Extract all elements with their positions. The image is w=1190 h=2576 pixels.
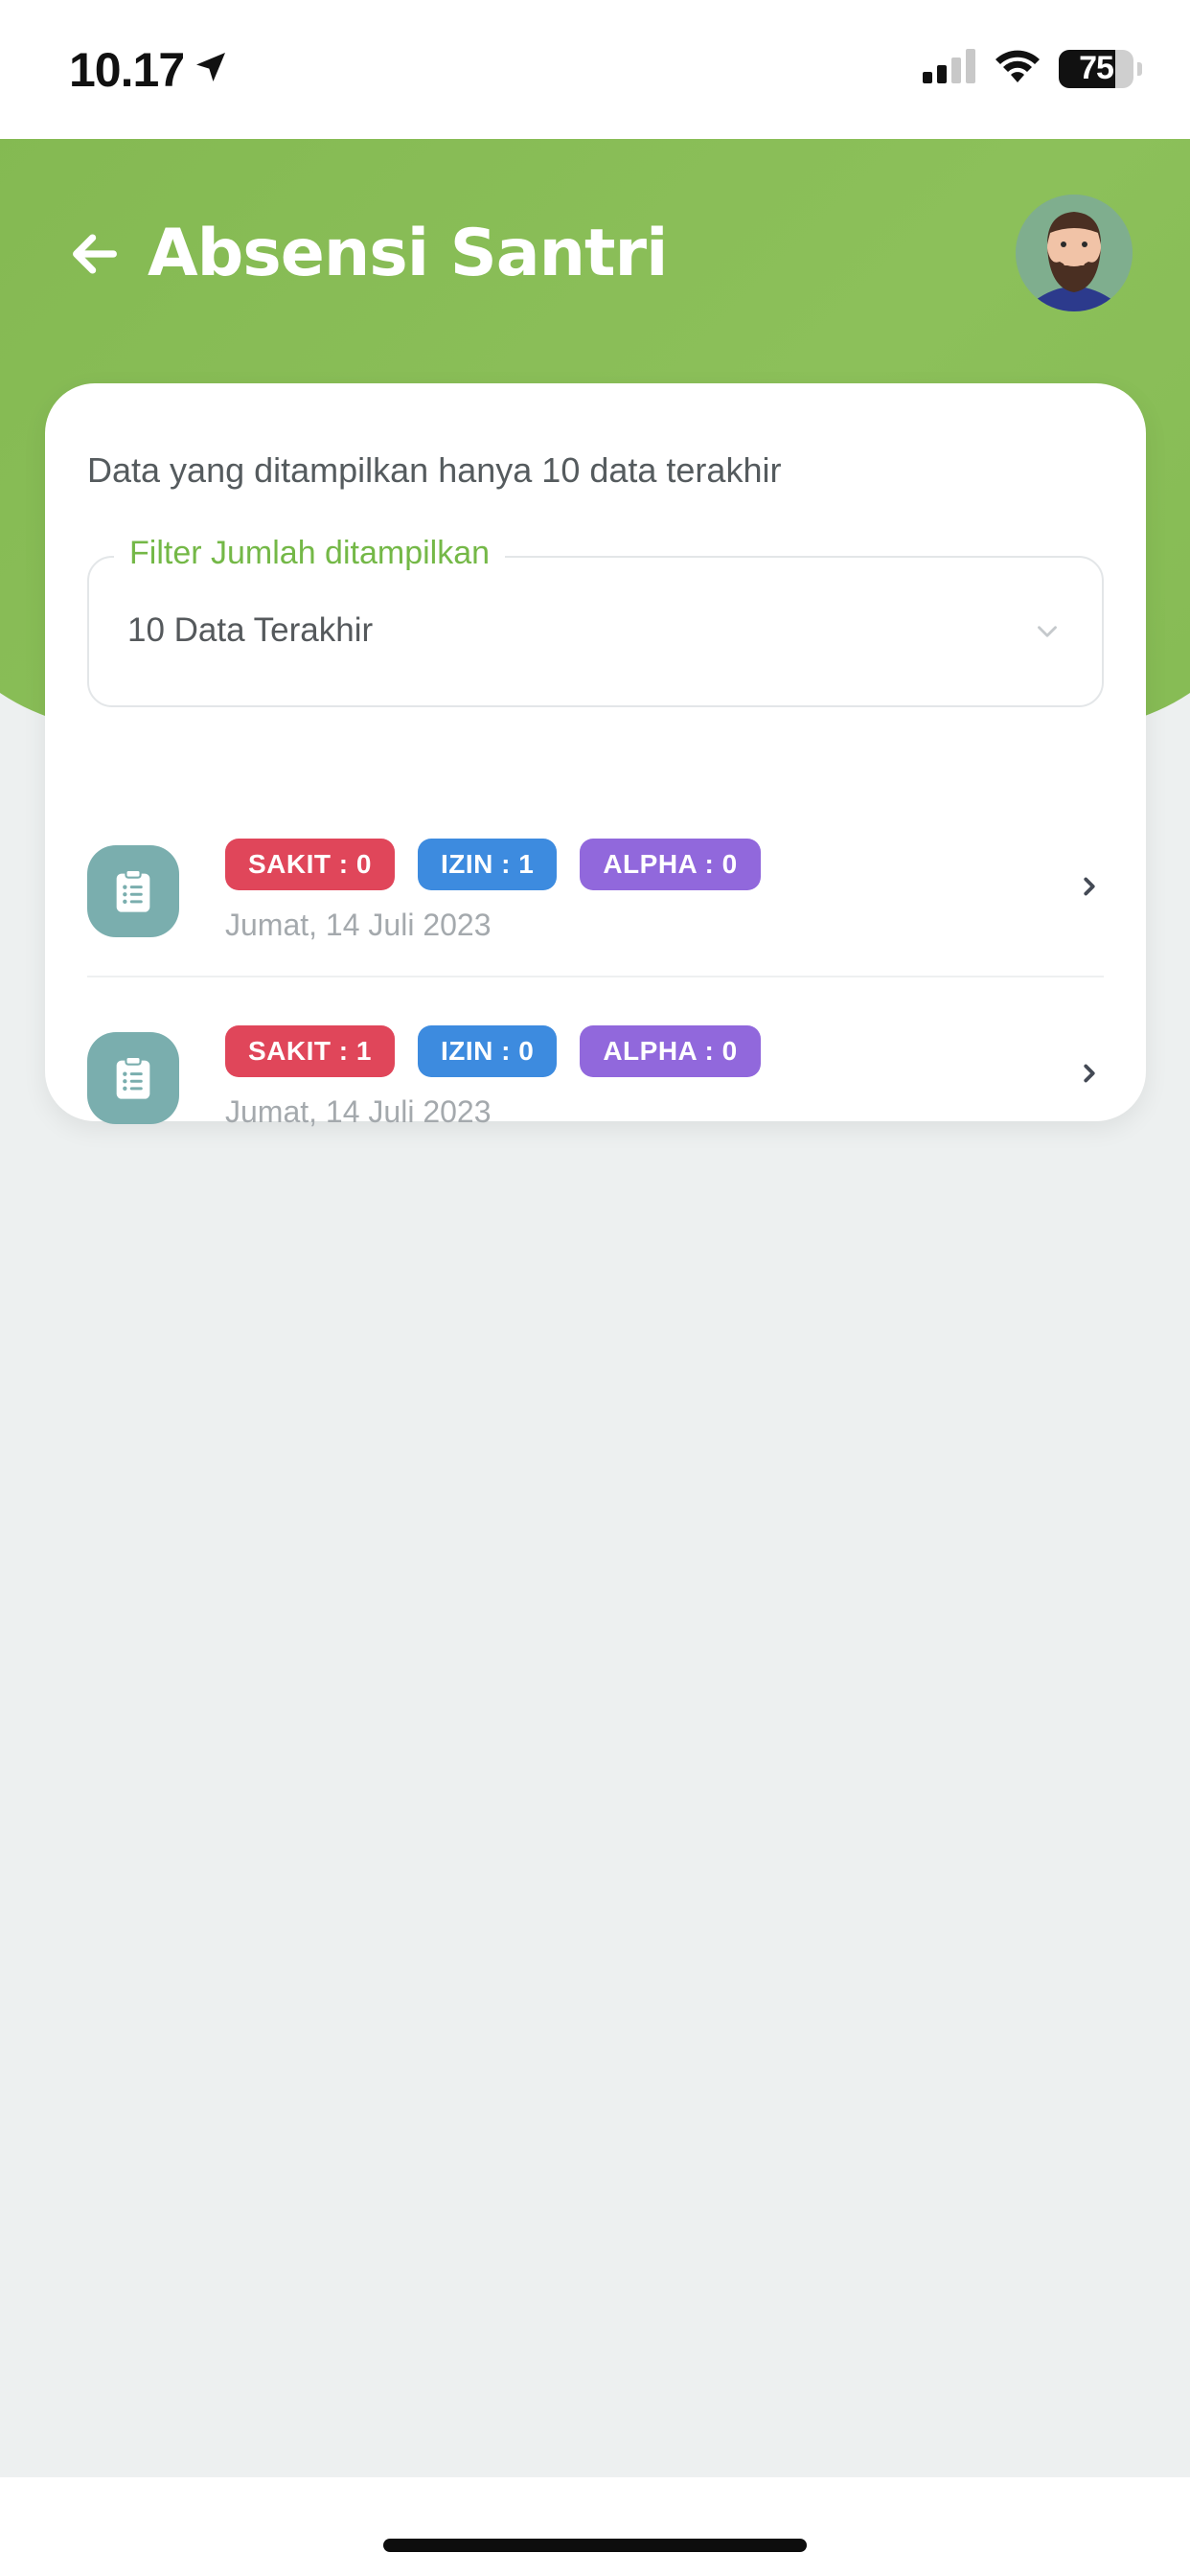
bearded-man-avatar-icon [1016, 195, 1133, 311]
status-time: 10.17 [69, 42, 230, 98]
item-date: Jumat, 14 Juli 2023 [225, 1094, 492, 1129]
sakit-badge: SAKIT : 0 [225, 839, 395, 890]
clipboard-icon [87, 845, 179, 937]
chevron-right-icon [1075, 1059, 1104, 1092]
arrow-left-icon [73, 233, 117, 274]
battery-indicator: 75 [1059, 49, 1133, 88]
item-date: Jumat, 14 Juli 2023 [225, 908, 492, 942]
chevron-right-icon [1075, 872, 1104, 906]
chevron-down-icon [1031, 615, 1064, 653]
battery-level: 75 [1079, 50, 1114, 86]
filter-label: Filter Jumlah ditampilkan [114, 535, 506, 572]
status-time-text: 10.17 [69, 43, 185, 97]
battery-tip [1137, 61, 1142, 76]
badges: SAKIT : 1 IZIN : 0 ALPHA : 0 [225, 1025, 761, 1077]
izin-badge: IZIN : 1 [417, 839, 558, 890]
izin-badge: IZIN : 0 [417, 1025, 558, 1077]
cellular-signal-icon [923, 49, 976, 88]
status-bar: 10.17 75 [0, 0, 1190, 139]
badges: SAKIT : 0 IZIN : 1 ALPHA : 0 [225, 839, 761, 890]
clipboard-icon [87, 1032, 179, 1124]
alpha-badge: ALPHA : 0 [580, 1025, 761, 1077]
list-item[interactable]: SAKIT : 0 IZIN : 1 ALPHA : 0 Jumat, 14 J… [87, 795, 1104, 978]
screen: 10.17 75 Absensi Santri Data yang ditamp… [0, 0, 1190, 2576]
filter-selected-value: 10 Data Terakhir [127, 611, 374, 649]
avatar[interactable] [1016, 195, 1133, 311]
location-arrow-icon [192, 42, 230, 98]
app-body: Absensi Santri Data yang ditampilkan han… [0, 139, 1190, 2477]
sakit-badge: SAKIT : 1 [225, 1025, 395, 1077]
info-text: Data yang ditampilkan hanya 10 data tera… [87, 450, 782, 490]
alpha-badge: ALPHA : 0 [580, 839, 761, 890]
status-icons: 75 [923, 48, 1142, 89]
app-header: Absensi Santri [67, 216, 668, 291]
back-button[interactable] [67, 226, 123, 282]
wifi-icon [994, 48, 1041, 89]
home-bar-area [0, 2477, 1190, 2576]
list-item[interactable]: SAKIT : 1 IZIN : 0 ALPHA : 0 Jumat, 14 J… [87, 982, 1104, 1164]
attendance-card: Data yang ditampilkan hanya 10 data tera… [45, 383, 1146, 1129]
filter-dropdown[interactable]: Filter Jumlah ditampilkan 10 Data Terakh… [87, 535, 1104, 707]
home-indicator[interactable] [383, 2539, 807, 2552]
page-title: Absensi Santri [148, 216, 668, 291]
